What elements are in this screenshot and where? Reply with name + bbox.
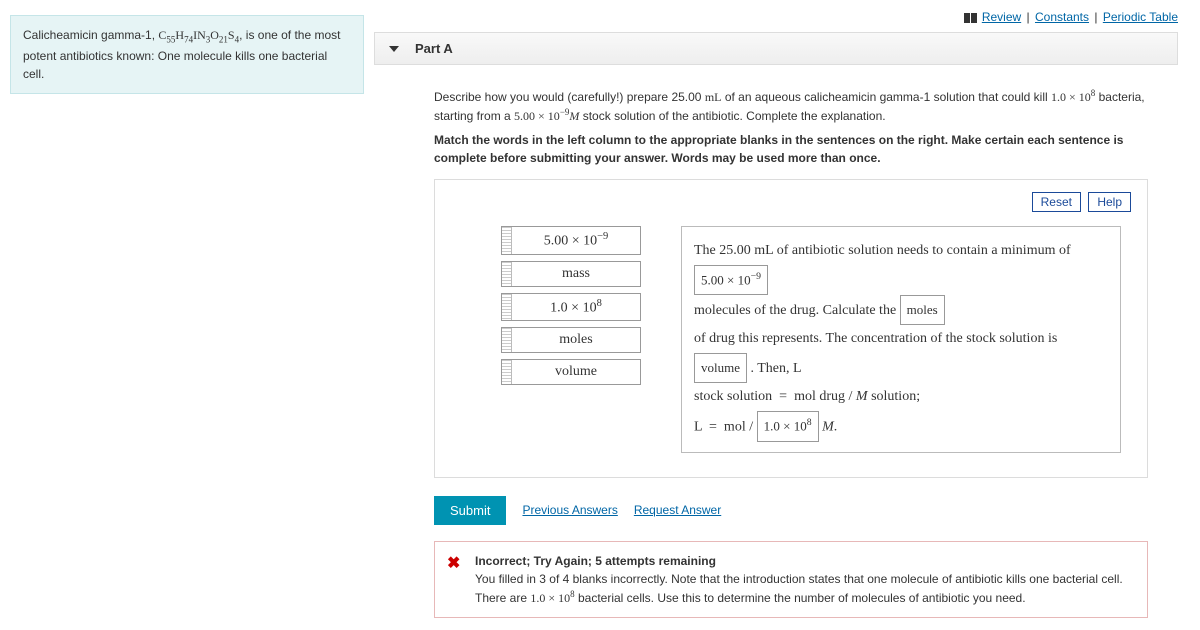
prompt-unit: M [569, 109, 579, 123]
prompt-text: stock solution of the antibiotic. Comple… [579, 109, 885, 123]
token-label: 5.00 × 10−9 [512, 227, 640, 254]
instructions: Match the words in the left column to th… [434, 131, 1148, 167]
feedback-title: Incorrect; Try Again; 5 attempts remaini… [475, 554, 716, 568]
chevron-down-icon [389, 46, 399, 52]
sentence-text: stock solution = mol drug / M solution; [694, 389, 920, 404]
drop-blank-1[interactable]: 5.00 × 10−9 [694, 265, 768, 295]
sentence-unit: L [793, 361, 802, 376]
token-label: moles [512, 328, 640, 352]
flag-icon [964, 13, 970, 23]
grip-icon [502, 294, 512, 321]
prompt-unit: mL [705, 90, 722, 104]
prompt-number: 1.0 × 108 [1051, 90, 1095, 104]
drag-token[interactable]: volume [501, 359, 641, 385]
sentence-text: . Then, [747, 361, 793, 376]
feedback-number: 1.0 × 108 [530, 591, 574, 605]
sentence-unit: mL [754, 243, 773, 258]
sentence-text: . [834, 420, 838, 435]
drag-token[interactable]: moles [501, 327, 641, 353]
drop-blank-3[interactable]: volume [694, 353, 747, 383]
sentence-text: of drug this represents. The concentrati… [694, 331, 1057, 346]
drag-token[interactable]: mass [501, 261, 641, 287]
grip-icon [502, 360, 512, 384]
reset-button[interactable]: Reset [1032, 192, 1081, 212]
flag-icon [971, 13, 977, 23]
help-button[interactable]: Help [1088, 192, 1131, 212]
x-icon: ✖ [447, 552, 460, 576]
constants-link[interactable]: Constants [1035, 10, 1089, 24]
prompt-text: of an aqueous calicheamicin gamma-1 solu… [721, 90, 1051, 104]
info-formula: C55H74IN3O21S4 [158, 28, 239, 42]
sentence-text: of antibiotic solution needs to contain … [773, 243, 1070, 258]
review-link[interactable]: Review [982, 10, 1021, 24]
info-text-pre: Calicheamicin gamma-1, [23, 28, 158, 42]
feedback-panel: ✖ Incorrect; Try Again; 5 attempts remai… [434, 541, 1148, 618]
sentence-text: L = mol / [694, 420, 757, 435]
context-info-box: Calicheamicin gamma-1, C55H74IN3O21S4, i… [10, 15, 364, 94]
sentence-text: The 25.00 [694, 243, 754, 258]
sentence-target: The 25.00 mL of antibiotic solution need… [681, 226, 1121, 453]
part-title: Part A [415, 41, 453, 56]
separator: | [1092, 10, 1099, 24]
drag-drop-area: Reset Help 5.00 × 10−9 mass 1.0 × 108 mo… [434, 179, 1148, 478]
drop-blank-2[interactable]: moles [900, 295, 945, 325]
separator: | [1025, 10, 1032, 24]
periodic-table-link[interactable]: Periodic Table [1103, 10, 1178, 24]
token-column: 5.00 × 10−9 mass 1.0 × 108 moles volume [501, 226, 641, 453]
prompt-text: Describe how you would (carefully!) prep… [434, 90, 705, 104]
question-prompt: Describe how you would (carefully!) prep… [434, 87, 1148, 125]
previous-answers-link[interactable]: Previous Answers [522, 503, 617, 517]
token-label: volume [512, 360, 640, 384]
drop-blank-4[interactable]: 1.0 × 108 [757, 411, 819, 441]
grip-icon [502, 262, 512, 286]
drag-token[interactable]: 5.00 × 10−9 [501, 226, 641, 255]
grip-icon [502, 328, 512, 352]
grip-icon [502, 227, 512, 254]
part-header[interactable]: Part A [374, 32, 1178, 65]
prompt-number: 5.00 × 10−9 [514, 109, 569, 123]
token-label: mass [512, 262, 640, 286]
drag-token[interactable]: 1.0 × 108 [501, 293, 641, 322]
top-link-bar: Review | Constants | Periodic Table [374, 0, 1200, 32]
sentence-text: molecules of the drug. Calculate the [694, 303, 900, 318]
feedback-body: bacterial cells. Use this to determine t… [575, 591, 1026, 605]
request-answer-link[interactable]: Request Answer [634, 503, 721, 517]
sentence-unit: M [822, 420, 834, 435]
token-label: 1.0 × 108 [512, 294, 640, 321]
submit-button[interactable]: Submit [434, 496, 506, 525]
